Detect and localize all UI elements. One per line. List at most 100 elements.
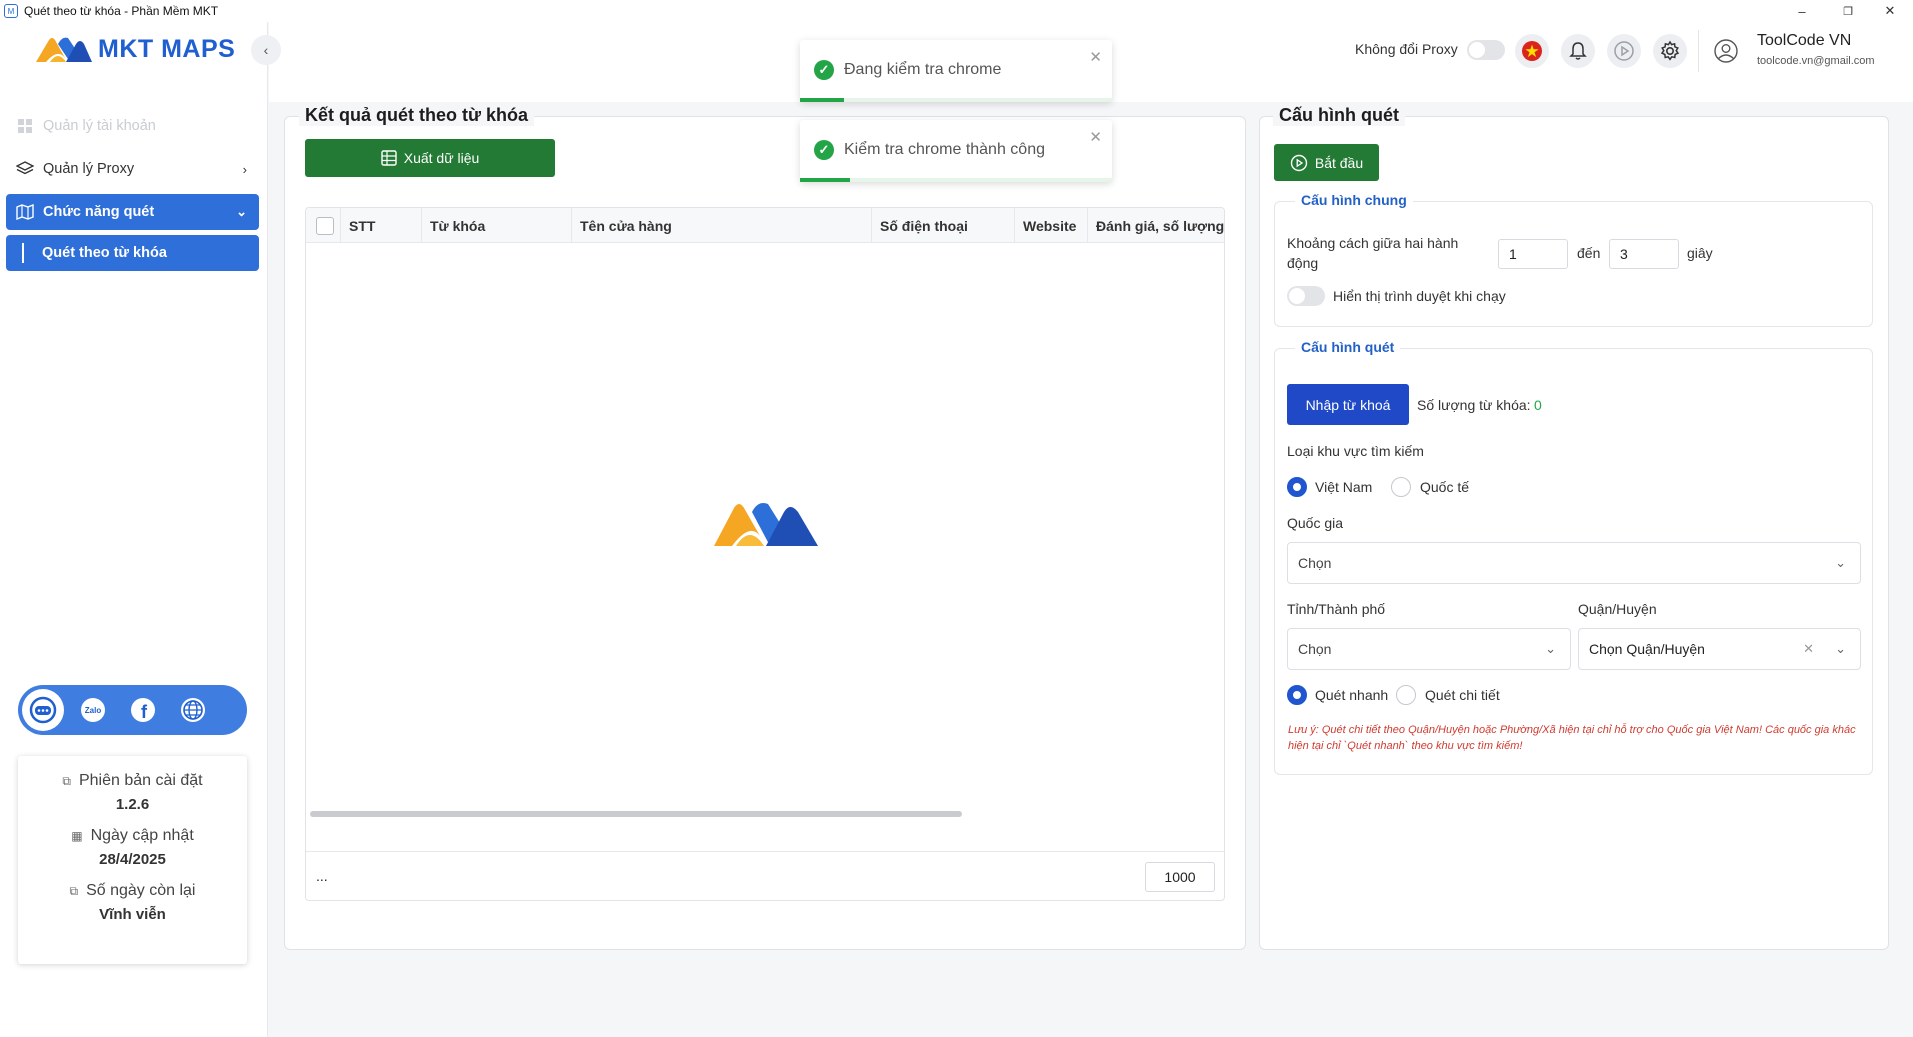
support-chat-icon[interactable] [22,689,64,731]
minimize-button[interactable]: – [1779,0,1825,22]
chevron-down-icon: ⌄ [1545,641,1556,656]
facebook-icon[interactable]: f [122,689,164,731]
quick-scan-label: Quét nhanh [1315,687,1389,703]
sidebar-item-scan-functions[interactable]: Chức năng quét ⌄ [6,194,259,230]
website-globe-icon[interactable] [172,689,214,731]
select-all-checkbox[interactable] [316,216,334,235]
scan-note: Lưu ý: Quét chi tiết theo Quận/Huyện hoặ… [1288,724,1856,752]
import-keywords-button[interactable]: Nhập từ khoá [1287,384,1409,425]
version-value: 1.2.6 [115,796,150,813]
zalo-icon[interactable]: Zalo [72,689,114,731]
toast-chrome-ok: ✓ Kiểm tra chrome thành công ✕ [800,120,1112,182]
interval-to-input[interactable]: 3 [1609,239,1679,269]
play-tutorial-icon[interactable] [1607,34,1641,68]
toast-close-icon[interactable]: ✕ [1089,128,1102,146]
scan-config-title: Cấu hình quét [1295,339,1401,355]
collapse-sidebar-button[interactable]: ‹ [251,35,281,65]
user-avatar-icon[interactable] [1709,34,1743,68]
days-left-value: Vĩnh viễn [99,906,166,923]
general-config-section [1274,201,1873,327]
sidebar: MKT MAPS Quản lý tài khoản Quản lý Proxy… [0,22,268,1037]
district-select[interactable]: Chọn Quận/Huyện ✕ ⌄ [1578,628,1861,670]
language-vn-flag-icon[interactable] [1515,34,1549,68]
user-email: toolcode.vn@gmail.com [1757,55,1875,67]
mkt-logo-icon [36,37,92,62]
sidebar-item-label: Quản lý Proxy [43,161,135,177]
proxy-toggle-label: Không đổi Proxy [1355,41,1458,57]
sidebar-item-account[interactable]: Quản lý tài khoản [6,108,259,144]
sidebar-item-label: Chức năng quét [43,204,155,220]
proxy-toggle[interactable] [1467,40,1505,60]
column-header-rating[interactable]: Đánh giá, số lượng [1088,208,1224,243]
license-info-card: ⧉ Phiên bản cài đặt 1.2.6 ▦ Ngày cập nhật … [18,756,247,964]
quick-scan-radio[interactable] [1287,685,1307,705]
general-config-title: Cấu hình chung [1295,192,1413,208]
interval-label-line2: động [1287,255,1319,271]
country-select[interactable]: Chọn ⌄ [1287,542,1861,584]
province-label: Tỉnh/Thành phố [1287,601,1386,617]
restore-button[interactable]: ❐ [1825,0,1871,22]
toast-message: Kiểm tra chrome thành công [844,141,1045,158]
column-header-phone[interactable]: Số điện thoại [872,208,1015,243]
province-select[interactable]: Chọn ⌄ [1287,628,1571,670]
country-select-value: Chọn [1298,555,1332,571]
district-select-value: Chọn Quận/Huyện [1589,641,1705,657]
export-data-label: Xuất dữ liệu [403,150,480,166]
version-label: Phiên bản cài đặt [78,772,203,789]
close-button[interactable]: ✕ [1867,0,1913,22]
detailed-scan-radio[interactable] [1396,685,1416,705]
interval-label-line1: Khoảng cách giữa hai hành [1287,235,1459,251]
svg-text:f: f [141,702,148,722]
region-international-label: Quốc tế [1420,479,1470,495]
country-label: Quốc gia [1287,515,1344,531]
notification-bell-icon[interactable] [1561,34,1595,68]
show-browser-label: Hiển thị trình duyệt khi chạy [1333,288,1506,304]
chevron-down-icon: ⌄ [1835,641,1846,656]
keyword-count-value: 0 [1534,397,1542,413]
social-links: Zalo f [18,685,247,735]
logo-text: MKT MAPS [98,34,236,63]
calendar-icon: ▦ [71,829,83,843]
chevron-down-icon: ⌄ [236,204,247,219]
toast-close-icon[interactable]: ✕ [1089,48,1102,66]
excel-icon [381,150,397,166]
column-header-stt[interactable]: STT [341,208,422,243]
active-indicator [22,243,24,263]
district-label: Quận/Huyện [1578,601,1657,617]
keyword-count-label: Số lượng từ khóa: [1417,397,1531,413]
play-icon [1290,154,1308,171]
settings-gear-icon[interactable] [1653,34,1687,68]
interval-to-label: đến [1577,245,1601,261]
chevron-right-icon: › [242,161,247,177]
column-header-keyword[interactable]: Từ khóa [422,208,572,243]
toast-progress-track [800,98,1112,102]
config-title: Cấu hình quét [1273,105,1405,126]
sidebar-item-label: Quản lý tài khoản [43,118,156,134]
pagination-ellipsis[interactable]: ... [316,868,328,884]
table-footer: ... 1000 [306,851,1224,900]
start-button[interactable]: Bắt đầu [1274,144,1379,181]
region-vietnam-radio[interactable] [1287,477,1307,497]
interval-from-input[interactable]: 1 [1498,239,1568,269]
toast-checking-chrome: ✓ Đang kiểm tra chrome ✕ [800,40,1112,102]
region-international-radio[interactable] [1391,477,1411,497]
column-header-store-name[interactable]: Tên cửa hàng [572,208,872,243]
page-size-input[interactable]: 1000 [1145,862,1215,892]
copy-icon: ⧉ [62,773,71,788]
toast-progress-bar [800,98,844,102]
user-name: ToolCode VN [1757,32,1852,49]
clear-icon[interactable]: ✕ [1803,641,1814,657]
updated-value: 28/4/2025 [99,851,166,868]
sidebar-item-keyword-scan[interactable]: Quét theo từ khóa [6,235,259,271]
app-logo: MKT MAPS [36,34,235,64]
sidebar-item-proxy[interactable]: Quản lý Proxy › [6,151,259,187]
results-table: STT Từ khóa Tên cửa hàng Số điện thoại W… [305,207,1225,901]
show-browser-toggle[interactable] [1287,286,1325,306]
region-vietnam-label: Việt Nam [1315,479,1373,495]
interval-unit-label: giây [1687,245,1713,261]
toast-message: Đang kiểm tra chrome [844,61,1002,78]
column-header-website[interactable]: Website [1015,208,1088,243]
horizontal-scrollbar[interactable] [310,811,962,817]
days-left-label: Số ngày còn lại [86,882,196,899]
export-data-button[interactable]: Xuất dữ liệu [305,139,555,177]
